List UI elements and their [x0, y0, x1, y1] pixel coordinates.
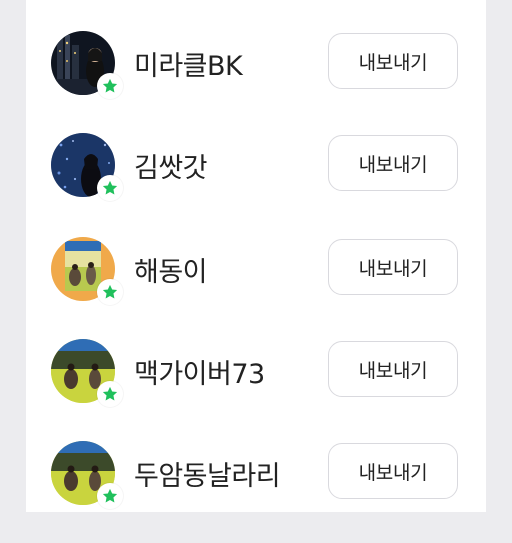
star-badge-icon	[97, 279, 123, 305]
member-list-panel: 미라클BK 내보내기 김쌋갓 내보내기 해동이 내보내기 맥가이버73 내보내기…	[26, 0, 486, 512]
list-item: 두암동날라리 내보내기	[26, 441, 486, 543]
list-item: 맥가이버73 내보내기	[26, 339, 486, 441]
export-member-button[interactable]: 내보내기	[328, 33, 458, 89]
member-avatar	[51, 31, 123, 99]
member-avatar	[51, 133, 123, 201]
star-badge-icon	[97, 483, 123, 509]
star-badge-icon	[97, 381, 123, 407]
export-member-button[interactable]: 내보내기	[328, 135, 458, 191]
list-item: 김쌋갓 내보내기	[26, 133, 486, 235]
member-name: 김쌋갓	[134, 153, 208, 184]
export-member-button[interactable]: 내보내기	[328, 443, 458, 499]
export-member-button[interactable]: 내보내기	[328, 341, 458, 397]
star-badge-icon	[97, 175, 123, 201]
star-badge-icon	[97, 73, 123, 99]
export-member-button[interactable]: 내보내기	[328, 239, 458, 295]
member-avatar	[51, 339, 123, 407]
member-avatar	[51, 237, 123, 305]
member-name: 미라클BK	[134, 51, 243, 82]
member-name: 맥가이버73	[134, 359, 265, 390]
list-item: 미라클BK 내보내기	[26, 31, 486, 133]
list-item: 해동이 내보내기	[26, 237, 486, 339]
member-name: 해동이	[134, 257, 208, 288]
member-avatar	[51, 441, 123, 509]
member-name: 두암동날라리	[134, 461, 281, 492]
